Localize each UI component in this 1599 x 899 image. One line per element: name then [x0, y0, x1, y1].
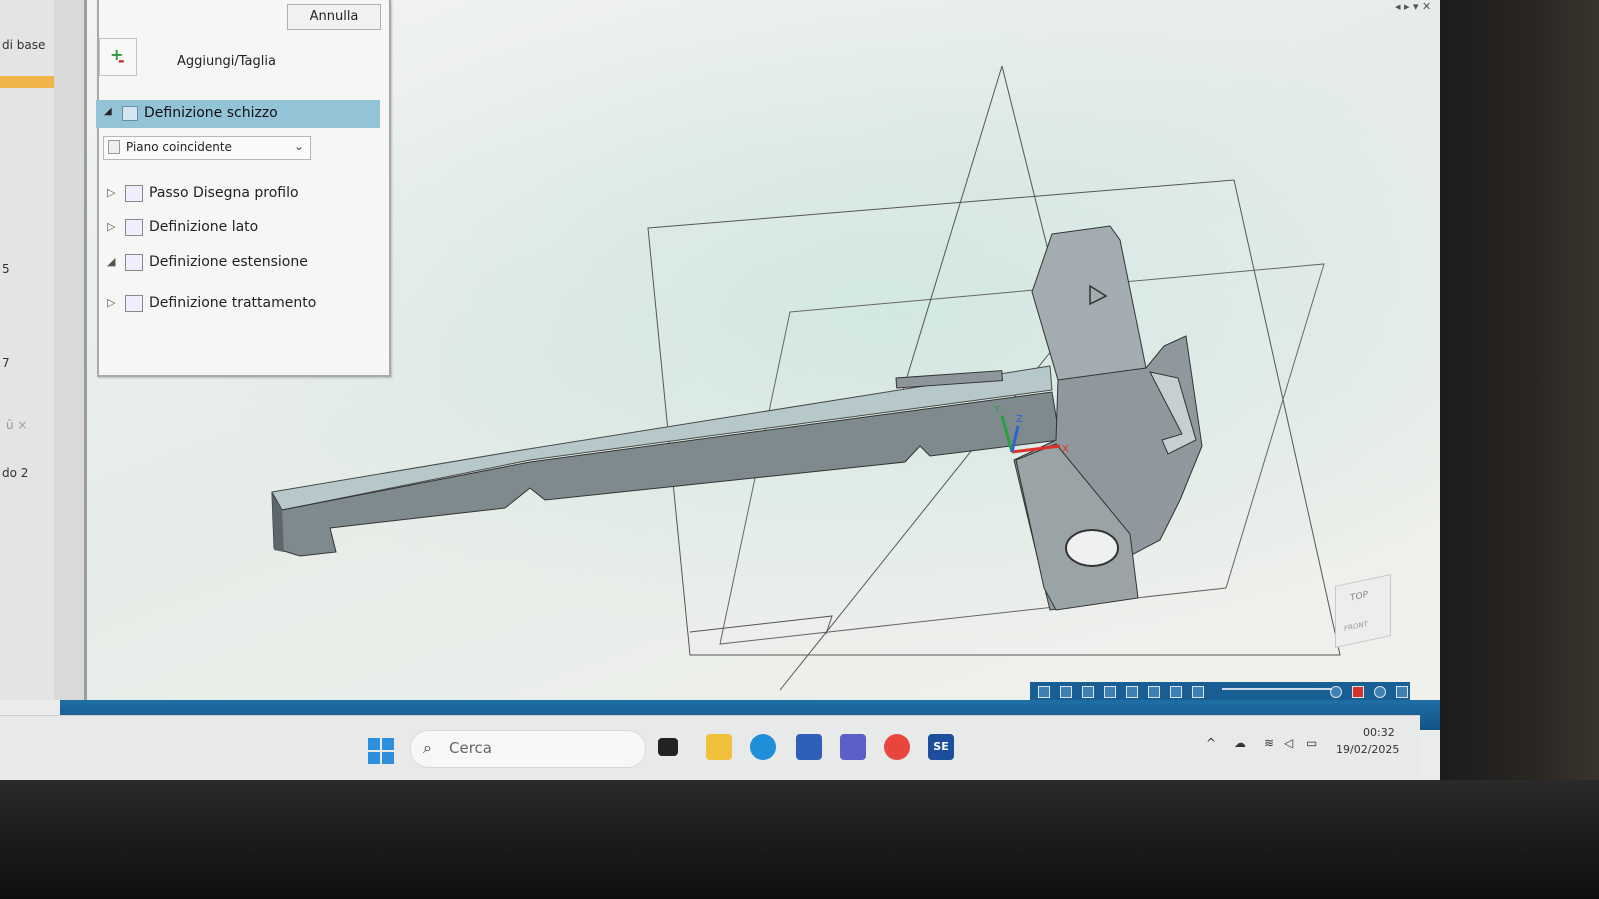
sidebar-highlight[interactable]	[0, 76, 54, 88]
display-area: X Y Z di base 5 7 ū × do 2 Annulla + - Ag…	[0, 0, 1440, 785]
sidebar-mini-controls[interactable]: ū ×	[6, 418, 27, 432]
treatment-icon	[125, 295, 143, 312]
step-label: Passo Disegna profilo	[149, 185, 299, 201]
system-tray: ^ ☁ ≋ ◁ ▭ 00:32 19/02/2025	[1200, 726, 1420, 776]
step-label: Definizione lato	[149, 219, 259, 235]
settings-icon[interactable]	[1396, 686, 1408, 698]
zoom-icon[interactable]	[1060, 686, 1072, 698]
step-label: Definizione estensione	[149, 254, 308, 270]
edge-browser-icon[interactable]	[750, 734, 776, 760]
z-axis-label: Z	[1016, 414, 1023, 425]
expand-triangle-icon[interactable]: ▷	[107, 220, 115, 233]
view-cube-front[interactable]: FRONT	[1344, 620, 1368, 633]
plane-icon	[108, 140, 120, 154]
tray-chevron-up-icon[interactable]: ^	[1206, 736, 1216, 750]
view-cube-top[interactable]: TOP	[1350, 590, 1368, 604]
fit-icon[interactable]	[1082, 686, 1094, 698]
plane-select[interactable]: Piano coincidente ⌄	[103, 136, 311, 160]
windows-taskbar: ⌕ Cerca SE ^ ☁ ≋ ◁ ▭ 00:32 19/02/2025	[0, 715, 1420, 784]
part-hole[interactable]	[1065, 529, 1119, 567]
monitor-bezel	[1440, 0, 1599, 899]
display-icon[interactable]	[1192, 686, 1204, 698]
monitor-bezel-bottom	[0, 780, 1599, 899]
sidebar-label-do2: do 2	[2, 466, 29, 480]
add-cut-label: Aggiungi/Taglia	[177, 54, 276, 69]
view-cube[interactable]: TOP FRONT	[1335, 574, 1391, 648]
teams-icon[interactable]	[840, 734, 866, 760]
shading-icon[interactable]	[1170, 686, 1182, 698]
volume-icon[interactable]: ◁	[1284, 736, 1293, 750]
extent-icon	[125, 254, 143, 271]
step-label: Definizione schizzo	[144, 105, 278, 121]
wifi-icon[interactable]: ≋	[1264, 736, 1274, 750]
expand-triangle-icon[interactable]: ▷	[107, 186, 115, 199]
view-tools-toolbar	[1030, 682, 1410, 700]
solid-edge-icon[interactable]: SE	[928, 734, 954, 760]
clock-time[interactable]: 00:32	[1363, 726, 1395, 739]
feature-command-panel: Annulla + - Aggiungi/Taglia ◢ Definizione…	[96, 0, 391, 377]
chevron-down-icon[interactable]: ⌄	[294, 139, 304, 153]
x-axis-label: X	[1062, 444, 1069, 455]
windows-start-icon[interactable]	[368, 738, 394, 764]
plane-select-value: Piano coincidente	[126, 140, 232, 154]
collapse-triangle-icon[interactable]: ◢	[104, 106, 112, 117]
cancel-button[interactable]: Annulla	[287, 4, 381, 30]
collapse-triangle-icon[interactable]: ◢	[107, 255, 115, 268]
cloud-icon[interactable]: ☁	[1234, 736, 1246, 750]
side-icon	[125, 219, 143, 236]
store-icon[interactable]	[796, 734, 822, 760]
chrome-icon[interactable]	[884, 734, 910, 760]
rotate-icon[interactable]	[1126, 686, 1138, 698]
step-label: Definizione trattamento	[149, 295, 317, 311]
taskbar-search-input[interactable]: ⌕ Cerca	[410, 730, 646, 768]
clock-date[interactable]: 19/02/2025	[1336, 743, 1399, 756]
help-icon[interactable]	[1374, 686, 1386, 698]
left-splitter[interactable]	[54, 0, 87, 700]
task-view-icon[interactable]	[658, 738, 678, 756]
sidebar-label-five: 5	[2, 262, 10, 276]
video-icon[interactable]	[1352, 686, 1364, 698]
zoom-slider[interactable]	[1222, 688, 1332, 690]
add-cut-icon[interactable]: + -	[99, 38, 137, 76]
sidebar-label-seven: 7	[2, 356, 10, 370]
battery-icon[interactable]: ▭	[1306, 736, 1317, 750]
search-placeholder: Cerca	[449, 739, 492, 757]
profile-icon	[125, 185, 143, 202]
view-tool-icon[interactable]	[1038, 686, 1050, 698]
search-icon: ⌕	[423, 738, 432, 757]
view-orient-icon[interactable]	[1148, 686, 1160, 698]
photo-of-monitor: X Y Z di base 5 7 ū × do 2 Annulla + - Ag…	[0, 0, 1599, 899]
sidebar-label-base: di base	[2, 38, 46, 52]
y-axis-label: Y	[993, 404, 1001, 415]
window-controls[interactable]: ◂ ▸ ▾ ✕	[1395, 0, 1431, 13]
expand-triangle-icon[interactable]: ▷	[107, 296, 115, 309]
file-explorer-icon[interactable]	[706, 734, 732, 760]
step-sketch-definition[interactable]: ◢ Definizione schizzo	[96, 100, 380, 128]
pan-icon[interactable]	[1104, 686, 1116, 698]
sketch-icon	[122, 106, 138, 121]
left-sidebar: di base 5 7 ū × do 2	[0, 0, 55, 700]
